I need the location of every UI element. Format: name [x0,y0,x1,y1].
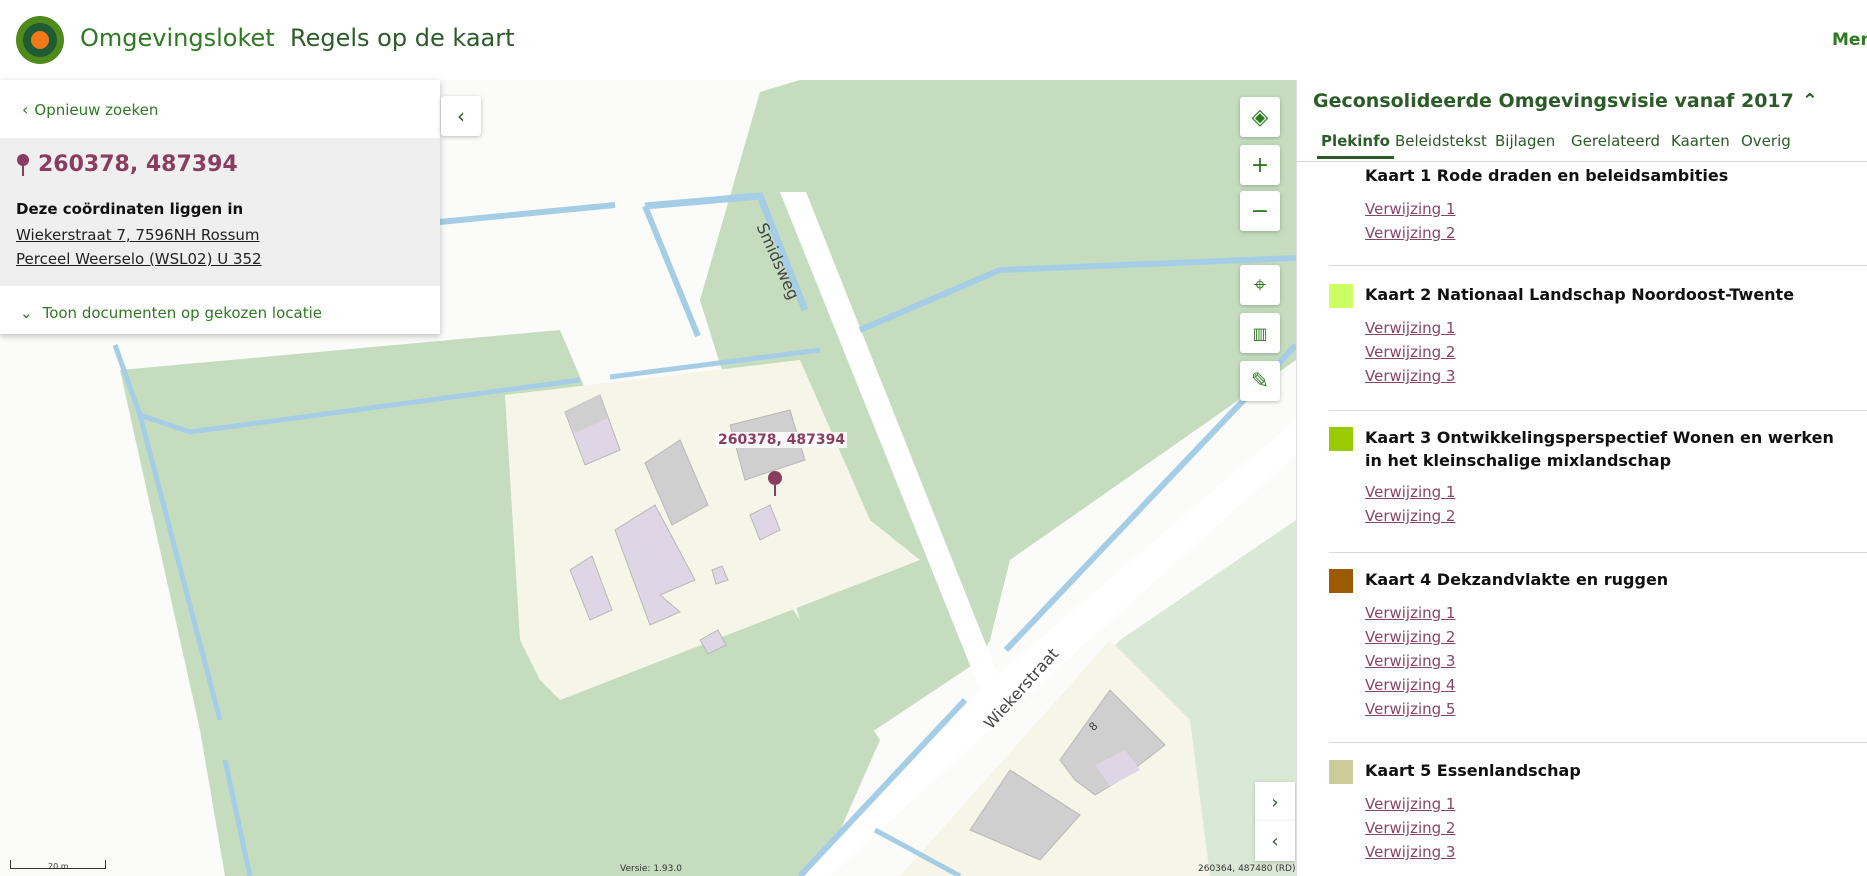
omgevingsloket-logo[interactable] [16,16,64,64]
scale-label: 20 m [48,862,69,871]
draw-button[interactable]: ✎ [1240,361,1280,401]
kaart-item: Kaart 5 Essenlandschap Verwijzing 1 Verw… [1329,759,1867,864]
divider [1329,552,1867,553]
locate-icon: ⌖ [1253,272,1267,298]
coordinate-value: 260378, 487394 [38,152,238,177]
legend-swatch [1329,165,1353,189]
tab-beleidstekst[interactable]: Beleidstekst [1395,132,1487,150]
kaart-title: Kaart 5 Essenlandschap [1365,761,1581,780]
collapse-right-button[interactable]: ‹ [1255,821,1295,861]
address-link[interactable]: Wiekerstraat 7, 7596NH Rossum [16,226,260,244]
tab-overig[interactable]: Overig [1741,132,1791,150]
tab-bijlagen[interactable]: Bijlagen [1495,132,1555,150]
divider [1329,265,1867,266]
reference-link[interactable]: Verwijzing 2 [1365,625,1867,649]
divider [1329,410,1867,411]
coordinate-info: 260378, 487394 Deze coördinaten liggen i… [0,138,440,286]
reference-link[interactable]: Verwijzing 2 [1365,816,1867,840]
show-documents-label: Toon documenten op gekozen locatie [42,304,322,322]
legend-swatch [1329,569,1353,593]
zoom-out-button[interactable]: − [1240,191,1280,231]
coordinate-readout: 260364, 487480 (RD) [1198,864,1296,874]
reference-link[interactable]: Verwijzing 5 [1365,697,1867,721]
menu-button[interactable]: Menu [1832,30,1867,50]
chevron-right-icon: › [1271,791,1279,813]
expand-right-button[interactable]: › [1255,782,1295,822]
app-header: Omgevingsloket Regels op de kaart Menu [0,0,1867,80]
reference-link[interactable]: Verwijzing 4 [1365,673,1867,697]
chevron-up-icon: ⌃ [1801,90,1818,112]
collapse-search-panel-button[interactable]: ‹ [441,96,481,136]
document-title[interactable]: Geconsolideerde Omgevingsvisie vanaf 201… [1313,90,1818,112]
marker-label: 260378, 487394 [716,432,848,448]
kaart-item: Kaart 4 Dekzandvlakte en ruggen Verwijzi… [1329,568,1867,721]
reference-link[interactable]: Verwijzing 3 [1365,840,1867,864]
legend-swatch [1329,284,1353,308]
zoom-in-icon: + [1250,152,1270,178]
reference-link[interactable]: Verwijzing 1 [1365,792,1867,816]
legend-swatch [1329,760,1353,784]
chevron-left-icon: ‹ [22,100,29,119]
document-tabs: Plekinfo Beleidstekst Bijlagen Gerelatee… [1297,122,1867,162]
map-pin-icon [17,153,29,176]
tab-kaarten[interactable]: Kaarten [1671,132,1730,150]
new-search-label: Opnieuw zoeken [34,100,159,119]
new-search-link[interactable]: ‹ Opnieuw zoeken [22,100,158,119]
kaart-title: Kaart 2 Nationaal Landschap Noordoost-Tw… [1365,285,1795,304]
show-documents-toggle[interactable]: ⌄ Toon documenten op gekozen locatie [20,304,322,322]
zoom-in-button[interactable]: + [1240,145,1280,185]
app-title: Regels op de kaart [290,24,515,52]
measure-button[interactable]: ▥ [1240,313,1280,353]
locate-button[interactable]: ⌖ [1240,265,1280,305]
kaart-title: Kaart 4 Dekzandvlakte en ruggen [1365,570,1669,589]
parcel-link[interactable]: Perceel Weerselo (WSL02) U 352 [16,250,262,268]
document-title-text: Geconsolideerde Omgevingsvisie vanaf 201… [1313,90,1794,112]
reference-link[interactable]: Verwijzing 1 [1365,316,1867,340]
measure-icon: ▥ [1252,323,1268,343]
chevron-down-icon: ⌄ [20,304,33,322]
reference-link[interactable]: Verwijzing 1 [1365,480,1867,504]
zoom-out-icon: − [1250,198,1270,224]
brand-name[interactable]: Omgevingsloket [80,24,275,52]
tab-gerelateerd[interactable]: Gerelateerd [1571,132,1660,150]
kaart-item: Kaart 2 Nationaal Landschap Noordoost-Tw… [1329,283,1867,388]
chevron-left-icon: ‹ [1271,830,1279,852]
reference-link[interactable]: Verwijzing 1 [1365,197,1867,221]
divider [1329,742,1867,743]
reference-link[interactable]: Verwijzing 3 [1365,649,1867,673]
chevron-left-icon: ‹ [457,104,465,128]
draw-icon: ✎ [1250,368,1270,394]
reference-link[interactable]: Verwijzing 2 [1365,504,1867,528]
layers-icon: ◈ [1251,104,1269,130]
document-panel: Geconsolideerde Omgevingsvisie vanaf 201… [1296,80,1867,876]
kaart-title: Kaart 3 Ontwikkelingsperspectief Wonen e… [1365,428,1834,470]
search-result-panel: ‹ Opnieuw zoeken 260378, 487394 Deze coö… [0,80,440,334]
coordinate-title: 260378, 487394 [16,152,238,177]
reference-link[interactable]: Verwijzing 3 [1365,364,1867,388]
tab-plekinfo[interactable]: Plekinfo [1317,132,1394,159]
reference-link[interactable]: Verwijzing 2 [1365,221,1867,245]
legend-swatch [1329,427,1353,451]
layers-button[interactable]: ◈ [1240,97,1280,137]
kaart-item: Kaart 3 Ontwikkelingsperspectief Wonen e… [1329,426,1867,528]
version-label: Versie: 1.93.0 [620,864,682,874]
location-intro: Deze coördinaten liggen in [16,200,244,218]
reference-link[interactable]: Verwijzing 1 [1365,601,1867,625]
kaart-title: Kaart 1 Rode draden en beleidsambities [1365,166,1729,185]
reference-link[interactable]: Verwijzing 2 [1365,340,1867,364]
kaart-item: Kaart 1 Rode draden en beleidsambities V… [1329,164,1867,245]
